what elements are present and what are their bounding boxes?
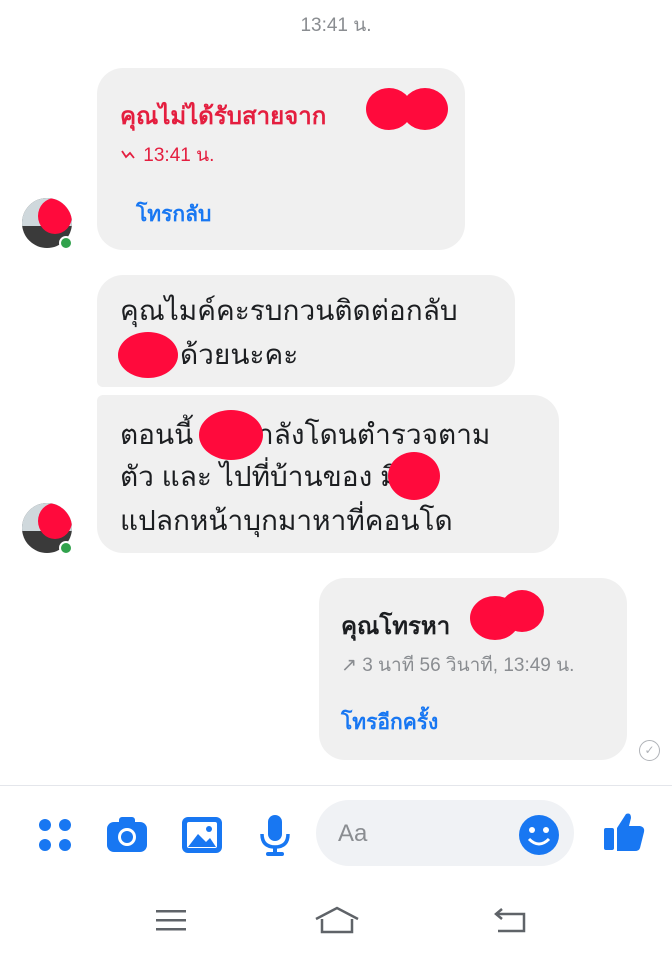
active-status-dot — [59, 541, 73, 555]
recent-apps-icon[interactable] — [152, 905, 192, 935]
outgoing-call-duration-row: ↗ 3 นาที 56 วินาที, 13:49 น. — [341, 650, 574, 680]
home-icon[interactable] — [312, 905, 362, 935]
gallery-icon[interactable] — [179, 812, 225, 858]
missed-call-arrow-icon — [120, 145, 138, 167]
outgoing-call-arrow-icon: ↗ — [341, 655, 357, 676]
seen-check-icon: ✓ — [639, 740, 660, 761]
active-status-dot — [59, 236, 73, 250]
missed-call-time-row: 13:41 น. — [120, 140, 214, 170]
redaction-mark — [500, 590, 544, 632]
microphone-icon[interactable] — [252, 812, 298, 858]
message-line: คุณไมค์คะรบกวนติดต่อกลับ — [120, 295, 458, 326]
emoji-icon[interactable] — [516, 812, 562, 858]
call-back-button[interactable]: โทรกลับ — [136, 198, 211, 231]
missed-call-time: 13:41 น. — [143, 145, 215, 166]
message-line: ด้วยนะคะ — [180, 339, 299, 370]
like-thumb-icon[interactable] — [600, 808, 646, 854]
redaction-mark — [199, 410, 263, 460]
redaction-mark — [402, 88, 448, 130]
redaction-mark — [118, 332, 178, 378]
more-apps-icon[interactable] — [32, 812, 78, 858]
message-line: ตอนนี้ กำลังโดนตำรวจตาม — [120, 419, 491, 450]
message-line: แปลกหน้าบุกมาหาที่คอนโด — [120, 505, 453, 536]
outgoing-call-duration: 3 นาที 56 วินาที, 13:49 น. — [362, 655, 575, 676]
outgoing-call-title: คุณโทรหา — [341, 613, 451, 640]
missed-call-title: คุณไม่ได้รับสายจาก — [120, 103, 327, 130]
camera-icon[interactable] — [104, 812, 150, 858]
back-icon[interactable] — [492, 905, 532, 935]
call-again-button[interactable]: โทรอีกครั้ง — [341, 706, 438, 739]
conversation-timestamp: 13:41 น. — [300, 15, 372, 36]
message-input-placeholder: Aa — [338, 820, 368, 847]
redaction-mark — [388, 452, 440, 500]
